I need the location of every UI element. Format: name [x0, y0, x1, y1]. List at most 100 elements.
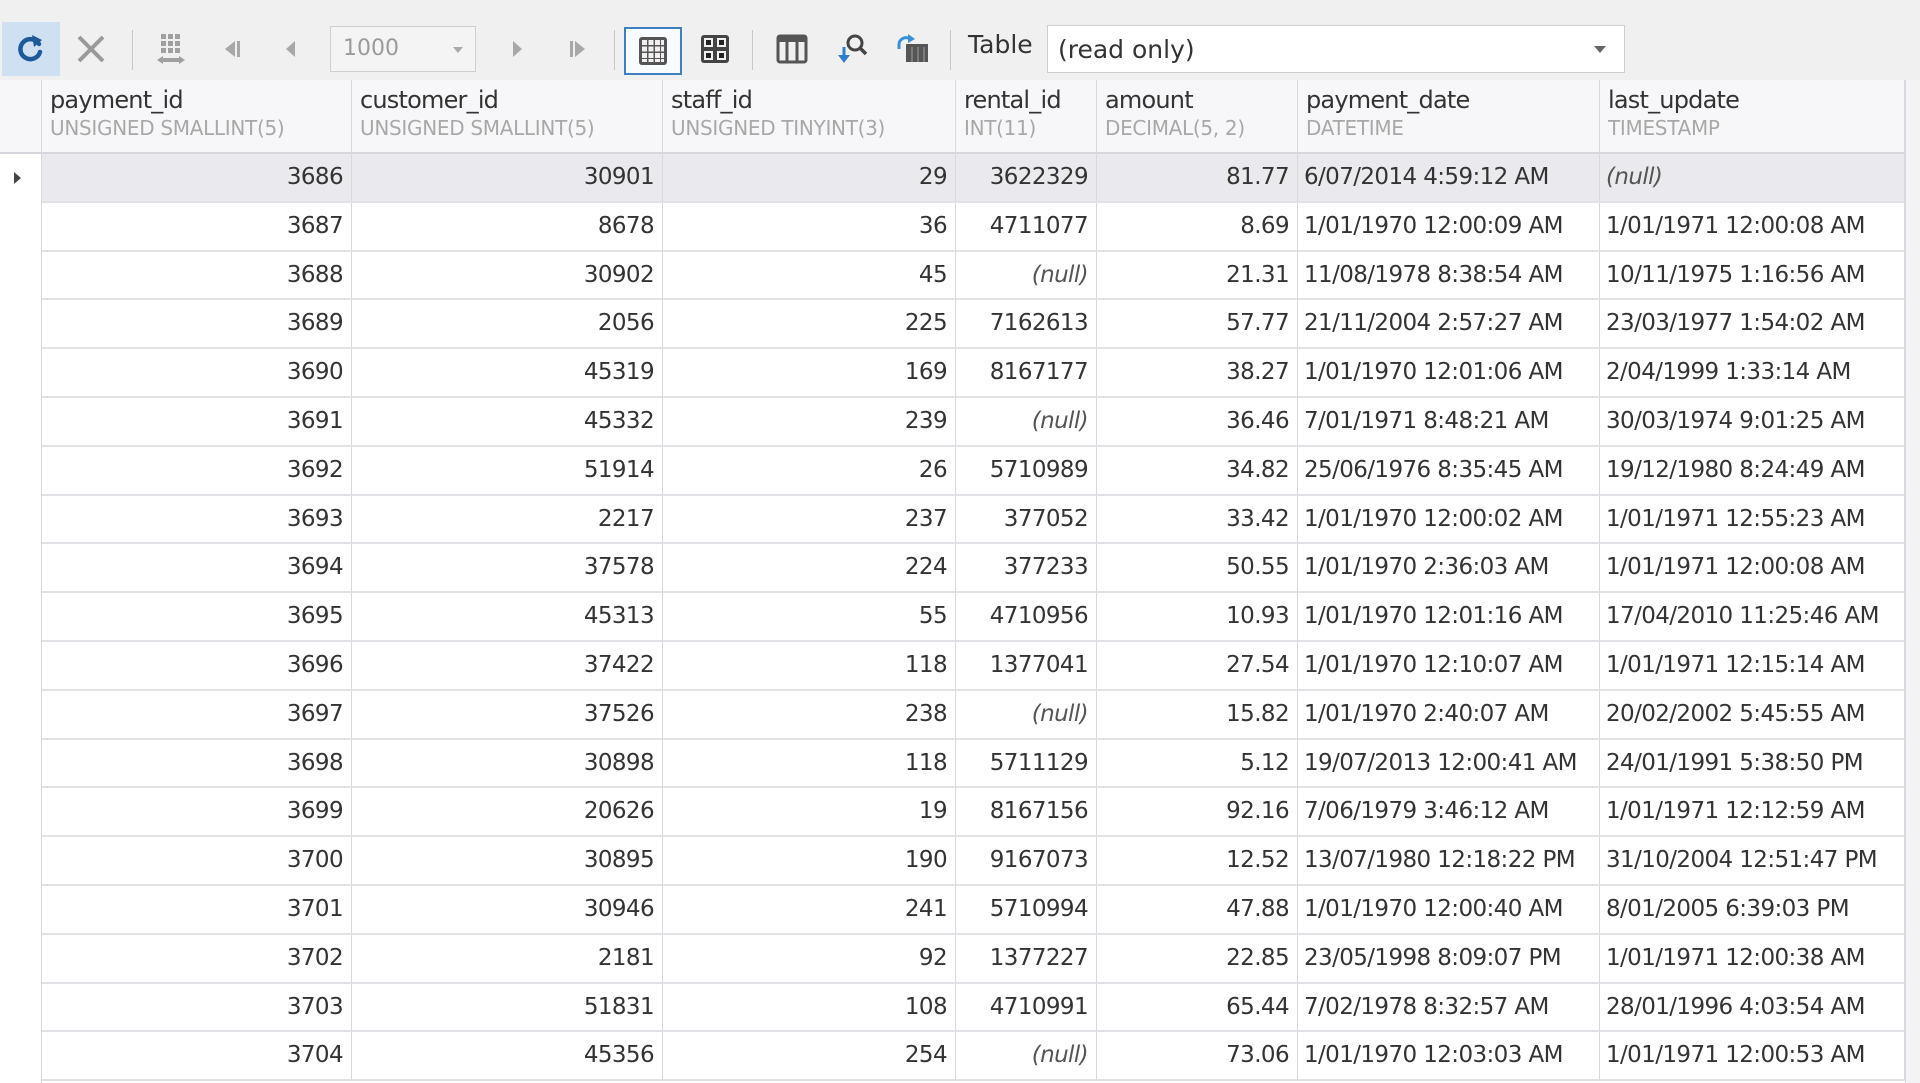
cell-payment-date[interactable]: 21/11/2004 2:57:27 AM — [1298, 300, 1600, 350]
cell-customer-id[interactable]: 51914 — [352, 446, 663, 496]
cell-last-update[interactable]: 24/01/1991 5:38:50 PM — [1600, 739, 1905, 789]
cell-payment-id[interactable]: 3700 — [42, 837, 352, 886]
cell-customer-id[interactable]: 2217 — [352, 495, 663, 545]
cell-customer-id[interactable]: 51831 — [352, 983, 663, 1033]
column-header-amount[interactable]: amount DECIMAL(5, 2) — [1097, 80, 1298, 154]
cell-last-update[interactable]: 20/02/2002 5:45:55 AM — [1600, 690, 1905, 740]
cell-last-update[interactable]: 30/03/1974 9:01:25 AM — [1600, 398, 1905, 447]
cell-amount[interactable]: 33.42 — [1097, 495, 1298, 545]
cell-customer-id[interactable]: 20626 — [352, 788, 663, 838]
table-row[interactable]: 3702 2181 92 1377227 22.85 23/05/1998 8:09:07… — [0, 934, 1905, 984]
cell-payment-id[interactable]: 3698 — [42, 739, 352, 789]
cell-payment-id[interactable]: 3703 — [42, 983, 352, 1033]
cell-staff-id[interactable]: 92 — [663, 934, 956, 984]
cell-staff-id[interactable]: 45 — [663, 251, 956, 301]
cell-amount[interactable]: 34.82 — [1097, 446, 1298, 496]
previous-page-button[interactable] — [266, 24, 316, 74]
cell-customer-id[interactable]: 2056 — [352, 300, 663, 350]
cell-last-update[interactable]: 1/01/1971 12:00:53 AM — [1600, 1032, 1905, 1082]
cell-payment-id[interactable]: 3701 — [42, 886, 352, 935]
cancel-button[interactable] — [66, 24, 116, 74]
cell-last-update[interactable]: 1/01/1971 12:00:08 AM — [1600, 544, 1905, 594]
table-row[interactable]: 3700 30895 190 9167073 12.52 13/07/1980 12:18… — [0, 837, 1905, 886]
cell-payment-date[interactable]: 7/01/1971 8:48:21 AM — [1298, 398, 1600, 447]
cell-customer-id[interactable]: 30902 — [352, 251, 663, 301]
cell-payment-date[interactable]: 25/06/1976 8:35:45 AM — [1298, 446, 1600, 496]
cell-amount[interactable]: 10.93 — [1097, 593, 1298, 642]
cell-payment-id[interactable]: 3687 — [42, 202, 352, 252]
cell-payment-id[interactable]: 3689 — [42, 300, 352, 350]
cell-amount[interactable]: 47.88 — [1097, 886, 1298, 935]
cell-last-update[interactable]: 1/01/1971 12:00:08 AM — [1600, 202, 1905, 252]
cell-payment-id[interactable]: 3694 — [42, 544, 352, 594]
cell-staff-id[interactable]: 108 — [663, 983, 956, 1033]
page-size-select[interactable]: 1000 — [330, 26, 476, 72]
cell-customer-id[interactable]: 30898 — [352, 739, 663, 789]
cell-staff-id[interactable]: 254 — [663, 1032, 956, 1082]
cell-customer-id[interactable]: 37578 — [352, 544, 663, 594]
cell-last-update[interactable]: 19/12/1980 8:24:49 AM — [1600, 446, 1905, 496]
cell-last-update[interactable]: 31/10/2004 12:51:47 PM — [1600, 837, 1905, 886]
cell-staff-id[interactable]: 36 — [663, 202, 956, 252]
cell-amount[interactable]: 36.46 — [1097, 398, 1298, 447]
cell-amount[interactable]: 5.12 — [1097, 739, 1298, 789]
cell-last-update[interactable]: 23/03/1977 1:54:02 AM — [1600, 300, 1905, 350]
cell-customer-id[interactable]: 30901 — [352, 154, 663, 203]
cell-rental-id[interactable]: (null) — [956, 690, 1097, 740]
cell-customer-id[interactable]: 45313 — [352, 593, 663, 642]
cell-staff-id[interactable]: 169 — [663, 349, 956, 398]
table-row[interactable]: 3698 30898 118 5711129 5.12 19/07/2013 12:00:… — [0, 739, 1905, 789]
cell-amount[interactable]: 27.54 — [1097, 642, 1298, 691]
cell-customer-id[interactable]: 30946 — [352, 886, 663, 935]
cell-staff-id[interactable]: 224 — [663, 544, 956, 594]
table-row[interactable]: 3704 45356 254 (null) 73.06 1/01/1970 12:03:0… — [0, 1032, 1905, 1082]
fetch-all-button[interactable] — [146, 24, 196, 74]
cell-rental-id[interactable]: 7162613 — [956, 300, 1097, 350]
cell-payment-id[interactable]: 3696 — [42, 642, 352, 691]
cell-last-update[interactable]: (null) — [1600, 154, 1905, 203]
cell-staff-id[interactable]: 55 — [663, 593, 956, 642]
cell-rental-id[interactable]: 5711129 — [956, 739, 1097, 789]
cell-customer-id[interactable]: 45332 — [352, 398, 663, 447]
cell-rental-id[interactable]: 4710991 — [956, 983, 1097, 1033]
cell-payment-date[interactable]: 1/01/1970 12:00:02 AM — [1298, 495, 1600, 545]
cell-amount[interactable]: 8.69 — [1097, 202, 1298, 252]
cell-rental-id[interactable]: 8167177 — [956, 349, 1097, 398]
cell-rental-id[interactable]: (null) — [956, 251, 1097, 301]
cell-customer-id[interactable]: 30895 — [352, 837, 663, 886]
column-header-last-update[interactable]: last_update TIMESTAMP — [1600, 80, 1905, 154]
cell-payment-date[interactable]: 1/01/1970 2:36:03 AM — [1298, 544, 1600, 594]
cell-rental-id[interactable]: 4711077 — [956, 202, 1097, 252]
columns-button[interactable] — [767, 24, 817, 74]
cell-staff-id[interactable]: 118 — [663, 642, 956, 691]
cell-last-update[interactable]: 1/01/1971 12:15:14 AM — [1600, 642, 1905, 691]
table-row[interactable]: 3688 30902 45 (null) 21.31 11/08/1978 8:38:54… — [0, 251, 1905, 301]
cell-payment-id[interactable]: 3695 — [42, 593, 352, 642]
cell-rental-id[interactable]: 8167156 — [956, 788, 1097, 838]
cell-payment-date[interactable]: 11/08/1978 8:38:54 AM — [1298, 251, 1600, 301]
cell-payment-id[interactable]: 3697 — [42, 690, 352, 740]
cell-rental-id[interactable]: 5710994 — [956, 886, 1097, 935]
cell-staff-id[interactable]: 241 — [663, 886, 956, 935]
cell-amount[interactable]: 12.52 — [1097, 837, 1298, 886]
cell-rental-id[interactable]: 9167073 — [956, 837, 1097, 886]
table-row[interactable]: 3690 45319 169 8167177 38.27 1/01/1970 12:01:… — [0, 349, 1905, 398]
table-row[interactable]: 3697 37526 238 (null) 15.82 1/01/1970 2:40:07… — [0, 690, 1905, 740]
cell-payment-date[interactable]: 23/05/1998 8:09:07 PM — [1298, 934, 1600, 984]
column-header-rental-id[interactable]: rental_id INT(11) — [956, 80, 1097, 154]
cell-rental-id[interactable]: 377052 — [956, 495, 1097, 545]
cell-staff-id[interactable]: 239 — [663, 398, 956, 447]
cell-rental-id[interactable]: 377233 — [956, 544, 1097, 594]
cell-customer-id[interactable]: 2181 — [352, 934, 663, 984]
cell-rental-id[interactable]: 1377227 — [956, 934, 1097, 984]
form-view-button[interactable] — [690, 24, 740, 74]
refresh-metadata-button[interactable] — [887, 24, 937, 74]
column-header-customer-id[interactable]: customer_id UNSIGNED SMALLINT(5) — [352, 80, 663, 154]
cell-staff-id[interactable]: 190 — [663, 837, 956, 886]
cell-amount[interactable]: 65.44 — [1097, 983, 1298, 1033]
cell-last-update[interactable]: 1/01/1971 12:12:59 AM — [1600, 788, 1905, 838]
table-row[interactable]: 3692 51914 26 5710989 34.82 25/06/1976 8:35:4… — [0, 446, 1905, 496]
cell-payment-date[interactable]: 1/01/1970 2:40:07 AM — [1298, 690, 1600, 740]
cell-payment-id[interactable]: 3693 — [42, 495, 352, 545]
cell-staff-id[interactable]: 237 — [663, 495, 956, 545]
